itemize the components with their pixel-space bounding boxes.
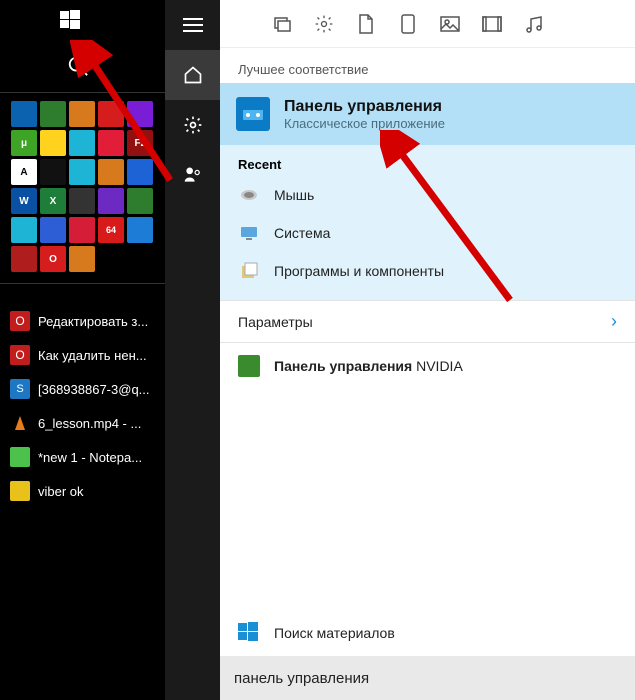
search-icon[interactable] [58,46,98,86]
app-icon[interactable] [69,159,95,185]
app-icon[interactable] [127,217,153,243]
chevron-right-icon: › [611,311,617,332]
task-item[interactable]: viber ok [0,474,165,508]
home-icon[interactable] [165,50,220,100]
settings-header-row[interactable]: Параметры › [220,300,635,343]
filter-music-icon[interactable] [522,12,546,36]
app-icon[interactable]: 64 [98,217,124,243]
cortana-sidebar [165,0,220,700]
taskbar: μ Fz A W X 64 O O Редактировать з... O К… [0,0,165,700]
best-match-header: Лучшее соответствие [220,48,635,83]
app-icon[interactable]: W [11,188,37,214]
app-icon[interactable]: Fz [127,130,153,156]
recent-item-system[interactable]: Система [220,214,635,252]
app-icon[interactable]: μ [11,130,37,156]
search-input-row [220,656,635,700]
filter-row [220,0,635,48]
task-item[interactable]: *new 1 - Notepa... [0,440,165,474]
app-icon[interactable]: A [11,159,37,185]
app-icon[interactable]: X [40,188,66,214]
filter-photos-icon[interactable] [438,12,462,36]
app-icon[interactable] [98,130,124,156]
app-icon[interactable] [69,188,95,214]
task-item[interactable]: O Редактировать з... [0,304,165,338]
app-icon[interactable] [40,159,66,185]
skype-icon: S [10,379,30,399]
feedback-icon[interactable] [165,150,220,200]
task-item[interactable]: S [368938867-3@q... [0,372,165,406]
programs-icon [238,260,260,282]
app-icon[interactable] [40,130,66,156]
gear-icon[interactable] [165,100,220,150]
filter-videos-icon[interactable] [480,12,504,36]
recent-item-programs[interactable]: Программы и компоненты [220,252,635,290]
search-results-panel: Лучшее соответствие Панель управления Кл… [220,0,635,700]
filter-settings-icon[interactable] [312,12,336,36]
app-icon[interactable] [40,217,66,243]
store-icon [238,622,260,644]
app-icon[interactable] [127,159,153,185]
app-icon[interactable] [98,159,124,185]
control-panel-icon [236,97,270,131]
app-icon[interactable] [11,217,37,243]
result-nvidia[interactable]: Панель управления NVIDIA [220,343,635,389]
opera-icon: O [10,345,30,365]
recent-header: Recent [220,145,635,176]
app-icon[interactable] [127,188,153,214]
mouse-icon [238,184,260,206]
nvidia-icon [238,355,260,377]
notepad-icon [10,447,30,467]
app-icon[interactable]: O [40,246,66,272]
app-icon[interactable] [69,246,95,272]
taskbar-running-list: O Редактировать з... O Как удалить нен..… [0,304,165,508]
best-subtitle: Классическое приложение [284,116,445,131]
app-icon[interactable] [69,101,95,127]
pinned-apps-grid: μ Fz A W X 64 O [8,101,164,275]
task-item[interactable]: 6_lesson.mp4 - ... [0,406,165,440]
app-icon[interactable] [11,246,37,272]
opera-icon: O [10,311,30,331]
vlc-icon [10,413,30,433]
app-icon[interactable] [11,101,37,127]
store-search-row[interactable]: Поиск материалов [220,610,635,656]
best-title: Панель управления [284,98,445,116]
task-item[interactable]: O Как удалить нен... [0,338,165,372]
filter-documents-icon[interactable] [354,12,378,36]
filter-folders-icon[interactable] [396,12,420,36]
folder-icon [10,481,30,501]
app-icon[interactable] [98,188,124,214]
app-icon[interactable] [69,217,95,243]
app-icon[interactable] [40,101,66,127]
app-icon[interactable] [69,130,95,156]
system-icon [238,222,260,244]
app-icon[interactable] [127,101,153,127]
filter-apps-icon[interactable] [270,12,294,36]
search-input[interactable] [234,670,621,687]
hamburger-icon[interactable] [165,0,220,50]
best-match-result[interactable]: Панель управления Классическое приложени… [220,83,635,145]
windows-logo-icon[interactable] [50,0,90,40]
recent-item-mouse[interactable]: Мышь [220,176,635,214]
app-icon[interactable] [98,101,124,127]
